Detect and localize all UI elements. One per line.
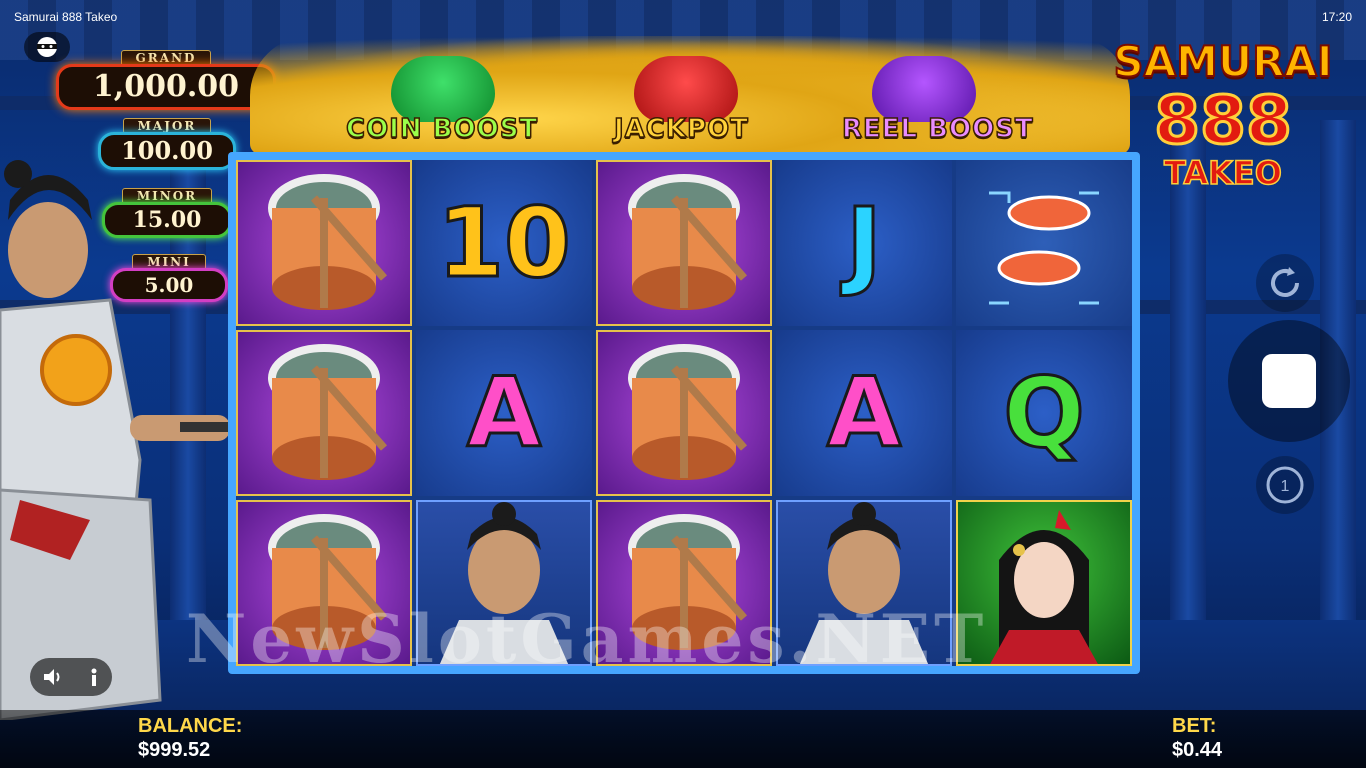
autoplay-icon (1271, 267, 1299, 297)
bet-level-button[interactable]: 1 (1256, 456, 1314, 514)
reel-boost-label: REEL BOOST (841, 113, 1034, 145)
drum-symbol (236, 330, 412, 496)
symbol-a: A (776, 330, 952, 496)
autoplay-button[interactable] (1256, 254, 1314, 312)
watermark: NewSlotGames.NET (186, 600, 988, 678)
drum-symbol (596, 160, 772, 326)
symbol-letter: Q (1002, 357, 1087, 469)
coin-boost-label: COIN BOOST (345, 113, 539, 145)
symbol-letter: A (825, 357, 902, 469)
bet-label: BET: (1172, 715, 1217, 737)
chip-icon: 1 (1266, 466, 1304, 504)
symbol-10: 10 (416, 160, 592, 326)
jackpot-label: JACKPOT (613, 113, 749, 145)
clock: 17:20 (1321, 10, 1352, 24)
balance-label: BALANCE: (138, 715, 243, 737)
reel-frame: 10 J A A Q (228, 152, 1140, 674)
symbol-letter: A (465, 357, 542, 469)
logo-line2: 888 (1153, 82, 1294, 159)
stop-icon (1262, 354, 1316, 408)
jackpot-pot (634, 56, 738, 122)
info-icon[interactable] (87, 667, 101, 687)
balance-value: $999.52 (138, 739, 211, 761)
symbol-j: J (776, 160, 952, 326)
symbol-letter: J (845, 187, 884, 299)
jackpot-value: 1,000.00 (56, 64, 276, 110)
bet-level-value: 1 (1281, 478, 1290, 495)
balance-display: BALANCE: $999.52 (138, 714, 242, 762)
symbol-q: Q (956, 330, 1132, 496)
speaker-icon[interactable] (42, 667, 64, 687)
koi-symbol (956, 160, 1132, 326)
bet-value: $0.44 (1172, 739, 1223, 761)
reel-boost-pot (872, 56, 976, 122)
logo-line1: SAMURAI (1112, 37, 1333, 87)
jackpot-grand: GRAND 1,000.00 (56, 50, 276, 110)
symbol-a: A (416, 330, 592, 496)
window-title: Samurai 888 Takeo (14, 10, 118, 24)
top-bar: Samurai 888 Takeo 17:20 (0, 0, 1366, 34)
drum-symbol (236, 160, 412, 326)
spin-button[interactable] (1228, 320, 1350, 442)
drum-symbol (596, 330, 772, 496)
reel-grid: 10 J A A Q (236, 160, 1132, 666)
sound-info-group (30, 658, 112, 696)
bet-display[interactable]: BET: $0.44 (1172, 714, 1222, 762)
coin-boost-pot (391, 56, 495, 122)
symbol-letter: 10 (436, 187, 573, 299)
